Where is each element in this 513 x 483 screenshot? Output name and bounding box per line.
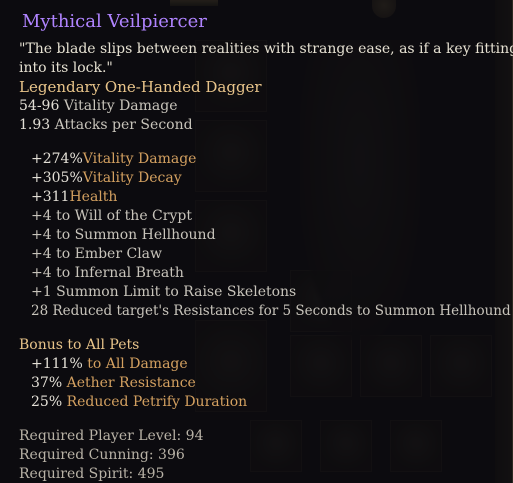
- stat-line: +274%Vitality Damage: [31, 150, 196, 168]
- stat-name: Vitality Damage: [82, 151, 197, 167]
- damage-value: 54-96: [19, 98, 60, 114]
- item-name: Mythical Veilpiercer: [22, 11, 207, 32]
- stat-name: Vitality Decay: [82, 170, 182, 186]
- pet-stat-value: 37%: [31, 375, 63, 391]
- pet-stat-name: Aether Resistance: [66, 375, 196, 391]
- pet-stat-line: +111% to All Damage: [31, 355, 188, 373]
- skill-bonus: +4 to Summon Hellhound: [31, 227, 216, 243]
- stat-name: Health: [69, 189, 118, 205]
- stat-line: +305%Vitality Decay: [31, 169, 182, 187]
- skill-bonus: 28 Reduced target's Resistances for 5 Se…: [31, 303, 511, 319]
- skill-bonus: +4 to Ember Claw: [31, 246, 162, 262]
- requirement-spirit: Required Spirit: 495: [19, 466, 165, 482]
- pet-stat-value: 25%: [31, 394, 63, 410]
- requirement-level: Required Player Level: 94: [19, 428, 204, 444]
- pet-stat-value: +111%: [31, 356, 83, 372]
- item-type: Legendary One-Handed Dagger: [19, 78, 262, 96]
- skill-bonus: +4 to Infernal Breath: [31, 265, 184, 281]
- item-flavor-text-line2: into its lock.": [19, 60, 113, 76]
- attack-speed-line: 1.93 Attacks per Second: [19, 116, 193, 134]
- stat-value: +274%: [31, 151, 83, 167]
- attack-speed-value: 1.93: [19, 117, 51, 133]
- stat-value: +305%: [31, 170, 83, 186]
- stat-line: +311Health: [31, 188, 117, 206]
- damage-type: Vitality Damage: [63, 98, 178, 114]
- stat-value: +311: [31, 189, 70, 205]
- damage-line: 54-96 Vitality Damage: [19, 97, 178, 115]
- attack-speed-label: Attacks per Second: [54, 117, 193, 133]
- pet-stat-name: to All Damage: [87, 356, 188, 372]
- pet-bonus-header: Bonus to All Pets: [19, 337, 140, 353]
- item-flavor-text-line1: "The blade slips between realities with …: [19, 41, 513, 57]
- skill-bonus: +4 to Will of the Crypt: [31, 208, 192, 224]
- pet-stat-name: Reduced Petrify Duration: [66, 394, 248, 410]
- pet-stat-line: 25% Reduced Petrify Duration: [31, 393, 247, 411]
- item-tooltip: Mythical Veilpiercer "The blade slips be…: [0, 0, 513, 483]
- pet-stat-line: 37% Aether Resistance: [31, 374, 196, 392]
- skill-bonus: +1 Summon Limit to Raise Skeletons: [31, 284, 297, 300]
- requirement-cunning: Required Cunning: 396: [19, 447, 185, 463]
